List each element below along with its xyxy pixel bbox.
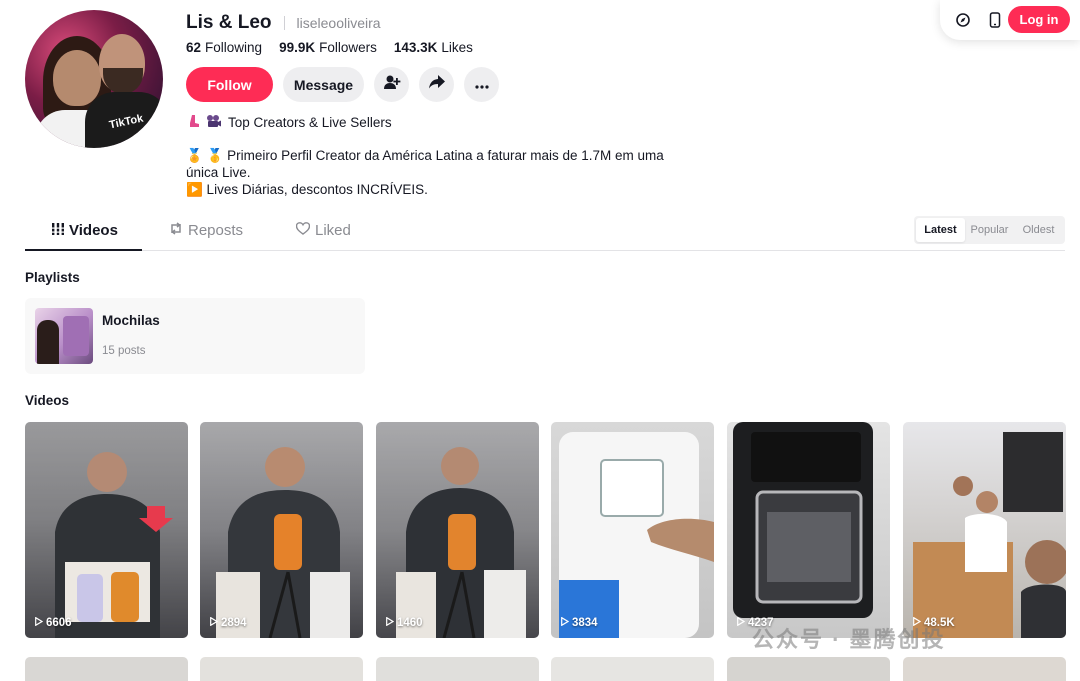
tab-liked-label: Liked <box>315 222 351 239</box>
bio-line: ▶️ Lives Diárias, descontos INCRÍVEIS. <box>186 182 428 197</box>
video-card[interactable]: 48.5K <box>903 422 1066 638</box>
play-icon <box>737 616 746 629</box>
more-dots-icon <box>474 76 489 94</box>
following-stat[interactable]: 62 Following <box>186 40 262 55</box>
video-card[interactable] <box>551 657 714 681</box>
boot-emoji-icon <box>186 114 200 131</box>
phone-icon[interactable] <box>984 9 1006 31</box>
profile-avatar[interactable]: TikTok <box>25 10 163 148</box>
content-tabs: Videos Reposts Liked <box>25 218 1065 251</box>
playlists-heading: Playlists <box>25 270 80 285</box>
share-arrow-icon <box>428 75 445 94</box>
grid-icon <box>52 222 64 239</box>
play-icon <box>386 616 395 629</box>
tab-reposts[interactable]: Reposts <box>169 222 243 239</box>
creator-badge-row: Top Creators & Live Sellers <box>186 114 392 131</box>
profile-name: Lis & Leo <box>186 12 272 33</box>
play-icon <box>561 616 570 629</box>
video-card[interactable]: 6606 <box>25 422 188 638</box>
video-view-count: 3834 <box>561 616 598 629</box>
follow-button[interactable]: Follow <box>186 67 273 102</box>
liked-heart-icon <box>295 222 311 239</box>
top-toolbar: Log in <box>940 0 1080 40</box>
playlist-name: Mochilas <box>102 313 160 328</box>
play-icon <box>210 616 219 629</box>
video-card[interactable] <box>25 657 188 681</box>
share-button[interactable] <box>419 67 454 102</box>
sort-latest[interactable]: Latest <box>916 218 965 242</box>
tab-reposts-label: Reposts <box>188 222 244 239</box>
add-friend-button[interactable] <box>374 67 409 102</box>
followers-stat[interactable]: 99.9K Followers <box>279 40 377 55</box>
video-card[interactable] <box>727 657 890 681</box>
video-view-count: 1460 <box>386 616 423 629</box>
playlist-thumbnail <box>35 308 93 364</box>
add-user-icon <box>383 74 401 95</box>
profile-bio: 🏅 🥇 Primeiro Perfil Creator da América L… <box>186 147 664 198</box>
video-card[interactable] <box>200 657 363 681</box>
video-card[interactable]: 3834 <box>551 422 714 638</box>
message-button[interactable]: Message <box>283 67 364 102</box>
video-card[interactable] <box>376 657 539 681</box>
profile-actions: Follow Message <box>186 67 499 102</box>
playlist-card[interactable]: Mochilas 15 posts <box>25 298 365 374</box>
likes-stat: 143.3K Likes <box>393 40 473 55</box>
bio-line: única Live. <box>186 165 251 180</box>
bio-line: 🏅 🥇 Primeiro Perfil Creator da América L… <box>186 148 664 163</box>
play-icon <box>35 616 44 629</box>
sort-popular[interactable]: Popular <box>965 218 1014 242</box>
video-card[interactable]: 1460 <box>376 422 539 638</box>
tab-videos[interactable]: Videos <box>52 222 118 239</box>
repost-icon <box>169 222 183 239</box>
compass-icon[interactable] <box>952 9 974 31</box>
video-card[interactable]: 4237 <box>727 422 890 638</box>
video-view-count: 2894 <box>210 616 247 629</box>
creator-badge-text: Top Creators & Live Sellers <box>228 115 392 130</box>
login-button[interactable]: Log in <box>1008 6 1070 33</box>
watermark-text: 公众号 · 墨腾创投 <box>752 627 946 652</box>
profile-stats: 62 Following 99.9K Followers 143.3K Likes <box>186 40 473 55</box>
profile-handle: liseleooliveira <box>296 15 381 31</box>
tab-videos-label: Videos <box>69 222 118 239</box>
playlist-count: 15 posts <box>102 345 146 357</box>
videos-heading: Videos <box>25 393 70 408</box>
video-card[interactable] <box>903 657 1066 681</box>
tab-liked[interactable]: Liked <box>295 222 351 239</box>
sort-selector: Latest Popular Oldest <box>914 216 1065 244</box>
video-card[interactable]: 2894 <box>200 422 363 638</box>
camera-emoji-icon <box>206 114 222 131</box>
video-view-count: 6606 <box>35 616 72 629</box>
sort-oldest[interactable]: Oldest <box>1014 218 1063 242</box>
more-button[interactable] <box>464 67 499 102</box>
profile-name-row: Lis & Leo liseleooliveira <box>186 12 381 34</box>
active-tab-underline <box>25 249 142 251</box>
